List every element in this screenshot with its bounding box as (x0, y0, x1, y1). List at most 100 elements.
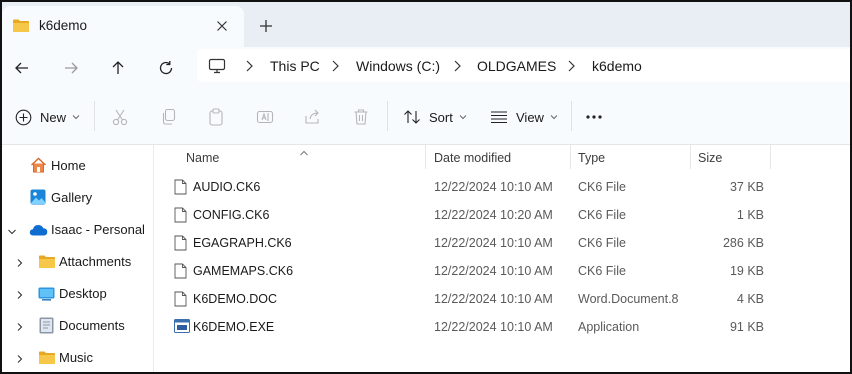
file-type: CK6 File (578, 264, 626, 278)
scissors-icon (112, 109, 128, 126)
chevron-down-icon (550, 115, 558, 120)
chevron-right-icon[interactable] (16, 288, 26, 300)
view-label: View (516, 109, 544, 125)
share-button[interactable] (304, 105, 322, 129)
file-name: CONFIG.CK6 (193, 208, 270, 222)
breadcrumb-windows-c[interactable]: Windows (C:) (356, 58, 440, 74)
title-bar: k6demo (2, 2, 850, 47)
more-options-button[interactable] (585, 105, 603, 129)
file-list: Name Date modified Type Size AUDIO.CK6 1… (155, 145, 850, 372)
navigation-bar: This PC Windows (C:) OLDGAMES k6demo (2, 47, 850, 89)
sidebar-item-desktop[interactable]: Desktop (2, 282, 152, 306)
close-tab-button[interactable] (212, 16, 232, 36)
file-size: 286 KB (722, 236, 764, 250)
file-type: Application (578, 320, 640, 334)
sidebar-item-label: Music (59, 350, 93, 365)
navigation-pane: Home Gallery Isaac - Personal Attachment… (2, 145, 154, 372)
rename-button[interactable] (256, 105, 274, 129)
column-divider[interactable] (425, 145, 426, 169)
column-header-type[interactable]: Type (578, 151, 605, 165)
sidebar-item-label: Gallery (51, 190, 93, 205)
chevron-right-icon[interactable] (16, 352, 26, 364)
file-row[interactable]: GAMEMAPS.CK6 12/22/2024 10:10 AM CK6 Fil… (155, 258, 850, 286)
file-date-modified: 12/22/2024 10:10 AM (434, 292, 553, 306)
breadcrumb-k6demo[interactable]: k6demo (592, 58, 642, 74)
file-row[interactable]: CONFIG.CK6 12/22/2024 10:20 AM CK6 File … (155, 202, 850, 230)
sidebar-item-label: Home (51, 158, 86, 173)
cut-button[interactable] (112, 105, 128, 129)
file-name: K6DEMO.EXE (193, 320, 275, 334)
column-header-size[interactable]: Size (698, 151, 722, 165)
file-row[interactable]: EGAGRAPH.CK6 12/22/2024 10:10 AM CK6 Fil… (155, 230, 850, 258)
sidebar-item-documents[interactable]: Documents (2, 314, 152, 338)
file-date-modified: 12/22/2024 10:10 AM (434, 320, 553, 334)
toolbar-separator (571, 101, 572, 131)
toolbar-separator (387, 101, 388, 131)
column-divider[interactable] (690, 145, 691, 169)
tab-title: k6demo (39, 18, 88, 33)
chevron-right-icon[interactable] (244, 59, 254, 73)
column-header-date-modified[interactable]: Date modified (434, 151, 511, 165)
toolbar-separator (94, 101, 95, 131)
refresh-button[interactable] (154, 56, 178, 80)
column-divider[interactable] (570, 145, 571, 169)
delete-button[interactable] (353, 105, 369, 129)
list-view-icon (491, 111, 507, 124)
breadcrumb-oldgames[interactable]: OLDGAMES (477, 58, 556, 74)
column-header-name[interactable]: Name (186, 151, 219, 165)
chevron-right-icon[interactable] (16, 256, 26, 268)
view-button[interactable]: View (490, 105, 558, 129)
copy-icon (162, 108, 176, 125)
paste-button[interactable] (208, 105, 224, 129)
new-label: New (40, 109, 67, 125)
sidebar-item-onedrive-personal[interactable]: Isaac - Personal (2, 218, 152, 242)
file-date-modified: 12/22/2024 10:20 AM (434, 208, 553, 222)
clipboard-icon (209, 108, 223, 126)
chevron-right-icon[interactable] (566, 59, 576, 73)
chevron-right-icon[interactable] (452, 59, 462, 73)
forward-button[interactable] (59, 56, 83, 80)
breadcrumb-this-pc[interactable]: This PC (270, 58, 320, 74)
file-name: EGAGRAPH.CK6 (193, 236, 292, 250)
back-button[interactable] (10, 56, 34, 80)
desktop-icon (38, 287, 55, 304)
application-icon (174, 319, 190, 336)
file-row[interactable]: K6DEMO.EXE 12/22/2024 10:10 AM Applicati… (155, 314, 850, 342)
file-icon (174, 263, 187, 282)
back-arrow-icon (15, 62, 28, 74)
new-button[interactable]: New (15, 105, 80, 129)
sidebar-item-attachments[interactable]: Attachments (2, 250, 152, 274)
new-tab-button[interactable] (254, 14, 278, 38)
sidebar-item-gallery[interactable]: Gallery (2, 186, 152, 210)
command-bar: New Sort View (2, 89, 850, 145)
file-type: Word.Document.8 (578, 292, 679, 306)
column-header-row: Name Date modified Type Size (155, 145, 850, 171)
chevron-right-icon[interactable] (330, 59, 340, 73)
file-date-modified: 12/22/2024 10:10 AM (434, 180, 553, 194)
folder-icon (12, 18, 30, 36)
copy-button[interactable] (161, 105, 177, 129)
trash-icon (354, 109, 368, 125)
file-row[interactable]: K6DEMO.DOC 12/22/2024 10:10 AM Word.Docu… (155, 286, 850, 314)
sidebar-item-label: Isaac - Personal (51, 222, 145, 237)
chevron-right-icon[interactable] (16, 320, 26, 332)
plus-circle-icon (15, 109, 32, 125)
file-type: CK6 File (578, 180, 626, 194)
documents-icon (39, 317, 54, 337)
close-icon (217, 21, 227, 31)
sidebar-item-music[interactable]: Music (2, 346, 152, 370)
sidebar-item-home[interactable]: Home (2, 154, 152, 178)
sort-ascending-icon (299, 145, 309, 159)
tab-k6demo[interactable]: k6demo (2, 6, 244, 47)
folder-icon (38, 254, 56, 272)
this-pc-monitor-icon[interactable] (208, 58, 226, 77)
chevron-down-icon[interactable] (7, 224, 17, 236)
sort-button[interactable]: Sort (403, 105, 467, 129)
column-divider[interactable] (770, 145, 771, 169)
sort-label: Sort (429, 109, 453, 125)
up-button[interactable] (106, 56, 130, 80)
forward-arrow-icon (65, 62, 78, 74)
file-date-modified: 12/22/2024 10:10 AM (434, 236, 553, 250)
address-bar[interactable]: This PC Windows (C:) OLDGAMES k6demo (197, 49, 850, 82)
file-row[interactable]: AUDIO.CK6 12/22/2024 10:10 AM CK6 File 3… (155, 174, 850, 202)
